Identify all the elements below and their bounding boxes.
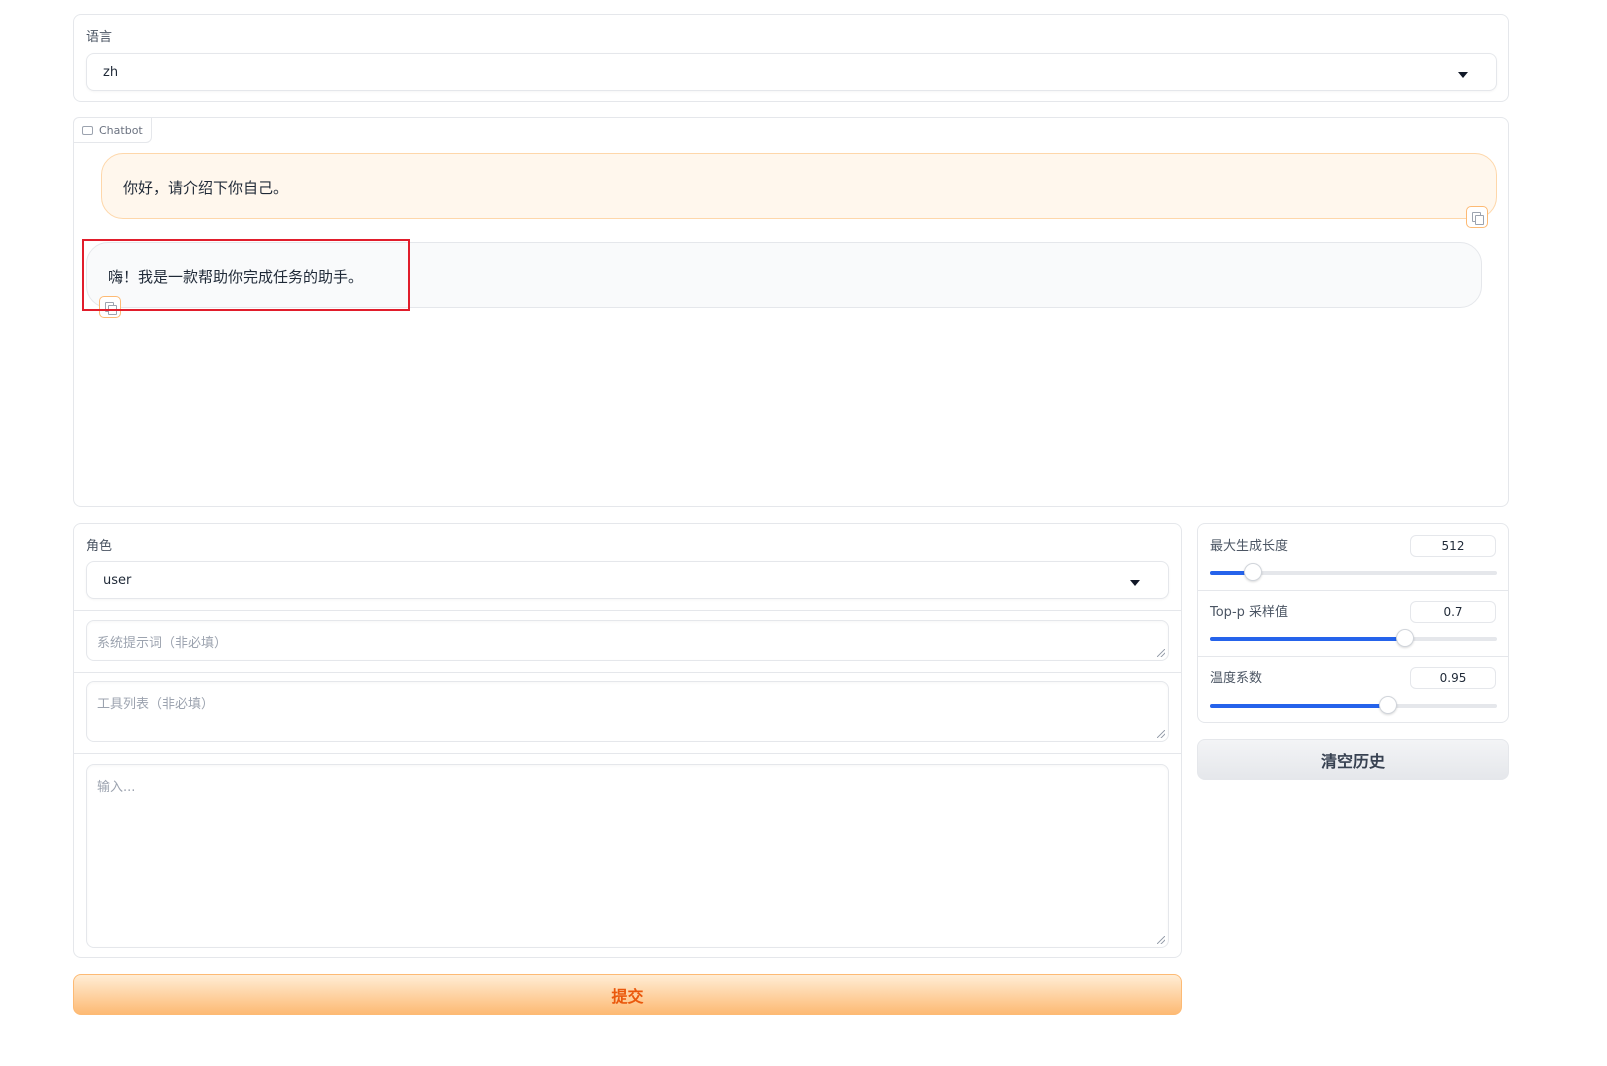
language-label: 语言 bbox=[86, 30, 113, 45]
max-length-input[interactable]: 512 bbox=[1410, 535, 1496, 557]
chevron-down-icon bbox=[1130, 580, 1140, 586]
chatbot-panel: Chatbot 你好，请介绍下你自己。 嗨！我是一款帮助你完成任务的助手。 bbox=[73, 117, 1509, 507]
tools-placeholder: 工具列表（非必填） bbox=[97, 697, 215, 712]
system-prompt-input[interactable]: 系统提示词（非必填） bbox=[86, 620, 1169, 661]
top-p-slider[interactable] bbox=[1210, 629, 1497, 647]
max-length-slider[interactable] bbox=[1210, 563, 1497, 581]
divider bbox=[1198, 590, 1508, 591]
slider-thumb[interactable] bbox=[1396, 629, 1415, 647]
temperature-input[interactable]: 0.95 bbox=[1410, 667, 1496, 689]
resize-handle[interactable] bbox=[1157, 936, 1165, 944]
message-input[interactable]: 输入... bbox=[86, 764, 1169, 948]
top-p-label: Top-p 采样值 bbox=[1210, 605, 1289, 620]
copy-icon[interactable] bbox=[1466, 206, 1488, 228]
chevron-down-icon bbox=[1458, 72, 1468, 78]
max-length-label: 最大生成长度 bbox=[1210, 539, 1289, 554]
params-panel: 最大生成长度 512 Top-p 采样值 0.7 温度系数 0.95 bbox=[1197, 523, 1509, 723]
message-placeholder: 输入... bbox=[97, 780, 136, 795]
divider bbox=[74, 672, 1181, 673]
language-select[interactable]: zh bbox=[86, 53, 1497, 91]
role-select[interactable]: user bbox=[86, 561, 1169, 599]
role-selected-value: user bbox=[103, 573, 132, 588]
submit-button[interactable]: 提交 bbox=[73, 974, 1182, 1015]
resize-handle[interactable] bbox=[1157, 730, 1165, 738]
slider-thumb[interactable] bbox=[1378, 696, 1397, 714]
submit-label: 提交 bbox=[611, 986, 644, 1006]
resize-handle[interactable] bbox=[1157, 649, 1165, 657]
slider-thumb[interactable] bbox=[1244, 563, 1263, 581]
divider bbox=[74, 753, 1181, 754]
temperature-slider[interactable] bbox=[1210, 696, 1497, 714]
language-panel: 语言 zh bbox=[73, 14, 1509, 102]
system-prompt-placeholder: 系统提示词（非必填） bbox=[97, 636, 228, 651]
role-label: 角色 bbox=[86, 539, 113, 554]
input-panel: 角色 user 系统提示词（非必填） 工具列表（非必填） 输入... bbox=[73, 523, 1182, 958]
highlight-box bbox=[82, 239, 410, 311]
chatbot-tab-label: Chatbot bbox=[99, 123, 143, 137]
clear-history-button[interactable]: 清空历史 bbox=[1197, 739, 1509, 780]
chatbot-tab: Chatbot bbox=[73, 117, 152, 143]
top-p-input[interactable]: 0.7 bbox=[1410, 601, 1496, 623]
user-message-bubble: 你好，请介绍下你自己。 bbox=[101, 153, 1497, 219]
temperature-label: 温度系数 bbox=[1210, 671, 1263, 686]
user-message-text: 你好，请介绍下你自己。 bbox=[123, 179, 289, 197]
tools-input[interactable]: 工具列表（非必填） bbox=[86, 681, 1169, 742]
language-selected-value: zh bbox=[103, 65, 119, 80]
chat-icon bbox=[82, 125, 93, 135]
clear-history-label: 清空历史 bbox=[1320, 751, 1385, 771]
divider bbox=[1198, 656, 1508, 657]
divider bbox=[74, 610, 1181, 611]
